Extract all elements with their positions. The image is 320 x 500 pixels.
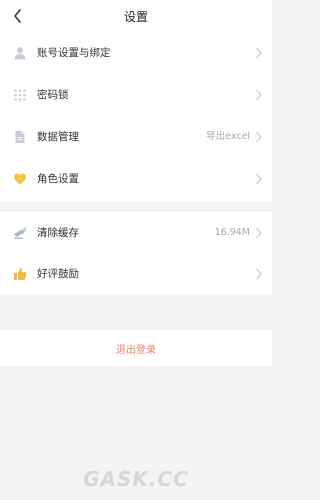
settings-item-label: 好评鼓励 xyxy=(37,268,79,280)
settings-group-misc: 清除缓存 16.94M 好评鼓励 xyxy=(0,212,272,295)
settings-item-account[interactable]: 账号设置与绑定 xyxy=(0,32,272,74)
watermark: GASK.CC xyxy=(83,467,189,491)
chevron-right-icon xyxy=(256,227,262,239)
grid-dots-icon xyxy=(12,87,28,103)
settings-item-label: 清除缓存 xyxy=(37,227,79,239)
settings-item-label: 密码锁 xyxy=(37,89,69,101)
top-bar: 设置 xyxy=(0,0,272,32)
settings-item-label: 数据管理 xyxy=(37,131,79,143)
chevron-right-icon xyxy=(256,268,262,280)
broom-icon xyxy=(12,225,28,241)
settings-item-label: 角色设置 xyxy=(37,173,79,185)
settings-item-data-management[interactable]: 数据管理 导出excel xyxy=(0,116,272,158)
settings-item-label: 账号设置与绑定 xyxy=(37,47,111,59)
settings-item-rate-us[interactable]: 好评鼓励 xyxy=(0,253,272,295)
chevron-right-icon xyxy=(256,131,262,143)
chevron-right-icon xyxy=(256,173,262,185)
settings-item-role[interactable]: 角色设置 xyxy=(0,158,272,200)
page-title: 设置 xyxy=(123,10,148,24)
user-icon xyxy=(12,45,28,61)
chevron-right-icon xyxy=(256,89,262,101)
cache-size-value: 16.94M xyxy=(214,227,250,238)
thumbs-up-icon xyxy=(12,266,28,282)
export-excel-value: 导出excel xyxy=(206,131,250,142)
settings-item-password-lock[interactable]: 密码锁 xyxy=(0,74,272,116)
logout-label: 退出登录 xyxy=(116,345,156,356)
settings-item-clear-cache[interactable]: 清除缓存 16.94M xyxy=(0,212,272,254)
document-icon xyxy=(12,129,28,145)
logout-button[interactable]: 退出登录 xyxy=(0,330,272,366)
settings-group-main: 账号设置与绑定 密码锁 数据管理 导出excel 角色设置 xyxy=(0,32,272,202)
heart-icon xyxy=(12,171,28,187)
chevron-right-icon xyxy=(256,47,262,59)
